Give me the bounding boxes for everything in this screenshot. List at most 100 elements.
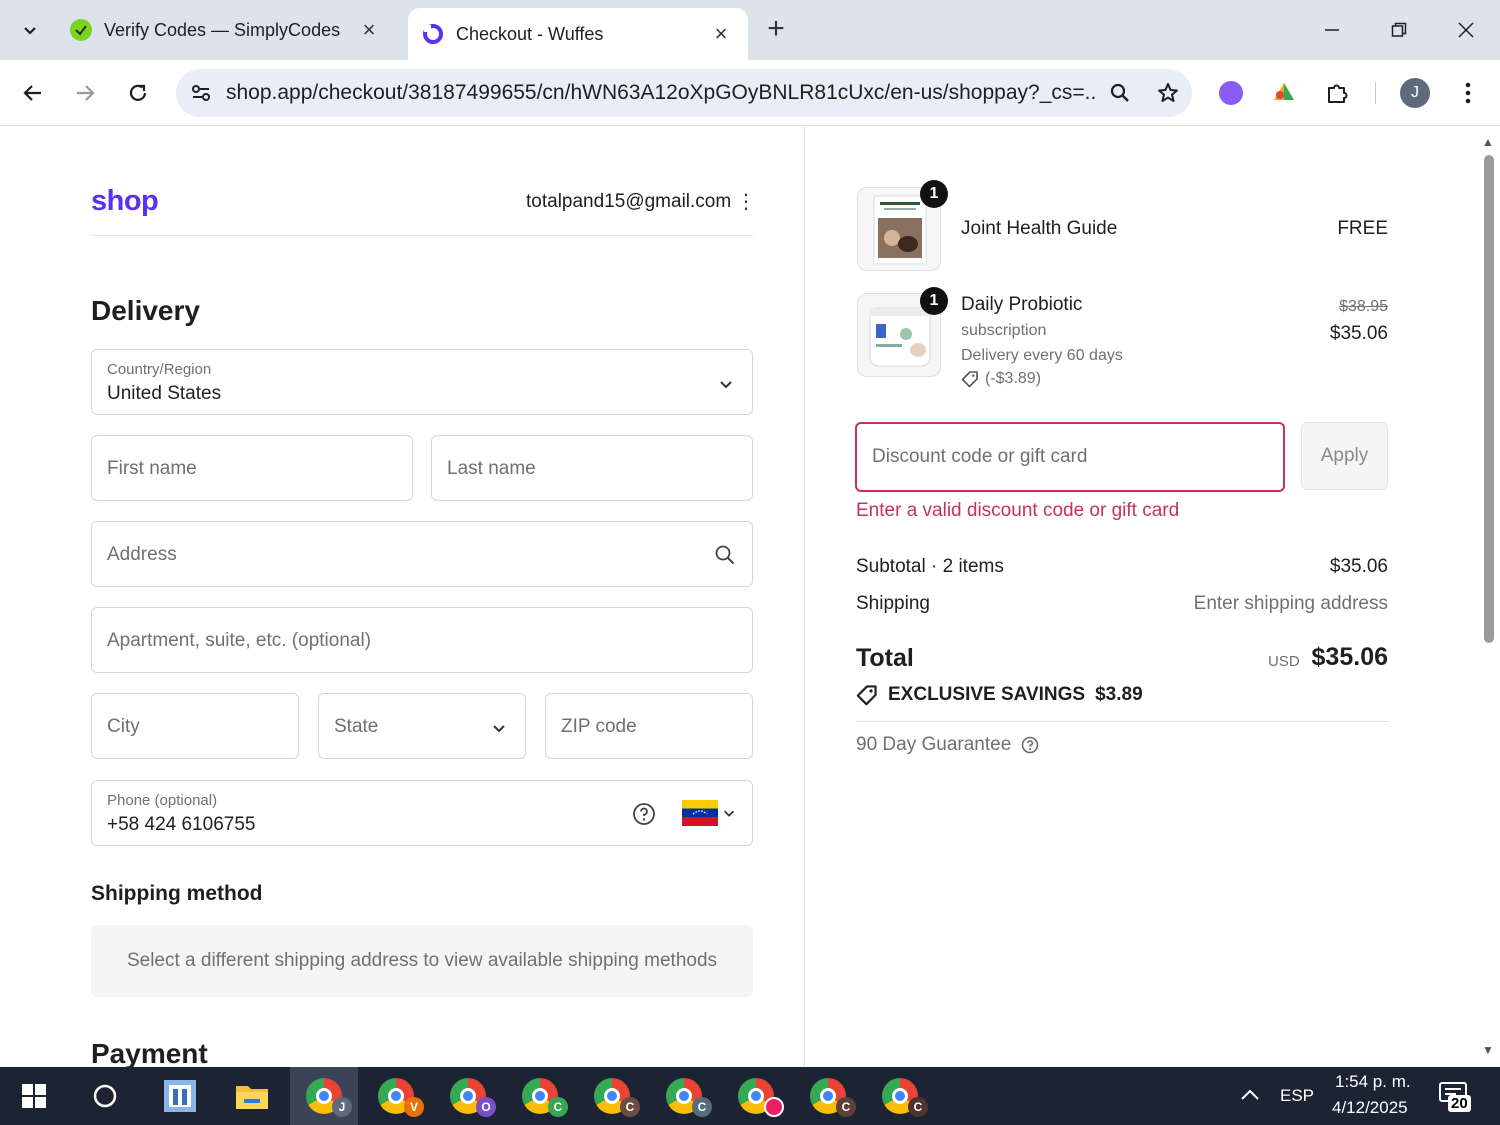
close-icon	[1458, 22, 1474, 38]
apartment-field[interactable]: Apartment, suite, etc. (optional)	[91, 607, 753, 673]
state-select[interactable]: State	[318, 693, 526, 759]
last-name-field[interactable]: Last name	[431, 435, 753, 501]
close-window-button[interactable]	[1436, 10, 1496, 50]
search-circle-icon	[93, 1084, 117, 1108]
chevron-down-icon	[724, 810, 734, 817]
extensions-menu-button[interactable]	[1318, 74, 1356, 112]
url-text[interactable]: shop.app/checkout/38187499655/cn/hWN63A1…	[226, 81, 1096, 105]
tab-simplycodes[interactable]: Verify Codes — SimplyCodes ×	[56, 8, 396, 52]
country-select[interactable]: Country/Region United States	[91, 349, 753, 415]
item-discount: (-$3.89)	[961, 370, 1041, 388]
guarantee-row: 90 Day Guarantee	[856, 734, 1039, 756]
checkout-form-column: shop totalpand15@gmail.com ⋮ Delivery Co…	[0, 127, 805, 1069]
bookmark-button[interactable]	[1144, 69, 1192, 117]
profile-avatar-badge	[764, 1097, 784, 1117]
zoom-button[interactable]	[1096, 69, 1144, 117]
clock-time[interactable]: 1:54 p. m.	[1335, 1072, 1411, 1092]
extension-color-button[interactable]	[1265, 74, 1303, 112]
address-field[interactable]: Address	[91, 521, 753, 587]
task-view-button[interactable]	[146, 1067, 214, 1125]
restore-button[interactable]	[1369, 10, 1429, 50]
subtotal-label: Subtotal · 2 items	[856, 556, 1004, 577]
search-icon	[1110, 83, 1129, 102]
arrow-right-icon	[77, 85, 95, 101]
extension-icon	[1274, 83, 1294, 100]
tab-checkout[interactable]: Checkout - Wuffes ×	[408, 8, 748, 60]
state-placeholder: State	[334, 716, 379, 737]
scroll-up-arrow-icon[interactable]: ▲	[1482, 135, 1494, 149]
help-circle-icon[interactable]	[1021, 736, 1039, 754]
chevron-up-icon	[1241, 1089, 1259, 1100]
zip-field[interactable]: ZIP code	[545, 693, 753, 759]
taskbar-chrome-profile-o[interactable]: O	[434, 1067, 502, 1125]
shop-logo[interactable]: shop	[91, 185, 159, 218]
last-name-placeholder: Last name	[447, 458, 536, 479]
item-name: Daily Probiotic	[961, 294, 1083, 315]
scrollbar-thumb[interactable]	[1484, 155, 1494, 643]
profile-badge: C	[692, 1097, 712, 1117]
forward-button[interactable]	[66, 74, 104, 112]
file-explorer-button[interactable]	[218, 1067, 286, 1125]
country-code-selector[interactable]	[682, 800, 736, 826]
arrow-left-icon	[23, 85, 41, 101]
checkout-page: shop totalpand15@gmail.com ⋮ Delivery Co…	[0, 127, 1500, 1069]
discount-placeholder: Discount code or gift card	[872, 446, 1088, 467]
exclusive-savings: EXCLUSIVE SAVINGS $3.89	[856, 684, 1143, 706]
taskbar-chrome-profile-c[interactable]: C	[650, 1067, 718, 1125]
minimize-button[interactable]	[1302, 10, 1362, 50]
start-button[interactable]	[0, 1067, 68, 1125]
browser-toolbar: shop.app/checkout/38187499655/cn/hWN63A1…	[0, 60, 1500, 126]
address-bar[interactable]: shop.app/checkout/38187499655/cn/hWN63A1…	[176, 69, 1192, 117]
profile-badge: C	[548, 1097, 568, 1117]
notification-center-button[interactable]: 20	[1438, 1081, 1478, 1115]
clock-date[interactable]: 4/12/2025	[1332, 1098, 1408, 1118]
close-icon[interactable]: ×	[356, 17, 382, 43]
phone-value: +58 424 6106755	[107, 814, 256, 835]
profile-avatar[interactable]: J	[1400, 78, 1430, 108]
country-value: United States	[107, 383, 222, 404]
apply-discount-button[interactable]: Apply	[1301, 422, 1388, 490]
venezuela-flag-icon	[682, 800, 718, 826]
taskbar-chrome-profile-v[interactable]: V	[362, 1067, 430, 1125]
reload-button[interactable]	[119, 74, 157, 112]
puzzle-icon	[1328, 84, 1348, 103]
close-icon[interactable]: ×	[708, 21, 734, 47]
toolbar-divider	[1375, 82, 1376, 104]
item-original-price: $38.95	[1339, 298, 1388, 315]
country-label: Country/Region	[107, 361, 212, 378]
taskbar-chrome-profile-avatar[interactable]	[722, 1067, 790, 1125]
first-name-field[interactable]: First name	[91, 435, 413, 501]
chevron-down-icon	[24, 27, 36, 35]
city-field[interactable]: City	[91, 693, 299, 759]
extension-simplycodes-button[interactable]	[1212, 74, 1250, 112]
discount-code-input[interactable]: Discount code or gift card	[855, 422, 1285, 492]
scroll-down-arrow-icon[interactable]: ▼	[1482, 1043, 1494, 1057]
minimize-icon	[1325, 29, 1339, 31]
summary-divider	[856, 721, 1388, 722]
search-button[interactable]	[71, 1067, 139, 1125]
taskbar-chrome-profile-c[interactable]: C	[794, 1067, 862, 1125]
notification-count: 20	[1448, 1095, 1471, 1112]
new-tab-button[interactable]: +	[760, 14, 792, 46]
taskbar-chrome-profile-c[interactable]: C	[506, 1067, 574, 1125]
tab-search-button[interactable]	[12, 12, 48, 48]
item-discount-amount: (-$3.89)	[985, 370, 1042, 387]
tray-overflow-button[interactable]	[1238, 1085, 1262, 1110]
site-info-icon[interactable]	[176, 69, 226, 117]
browser-menu-button[interactable]	[1449, 74, 1487, 112]
savings-value: $3.89	[1095, 684, 1143, 705]
chevron-down-icon	[720, 381, 732, 389]
language-indicator[interactable]: ESP	[1280, 1086, 1314, 1106]
shipping-label: Shipping	[856, 593, 930, 614]
account-menu-icon[interactable]: ⋮	[736, 189, 756, 214]
taskbar-chrome-profile-c[interactable]: C	[578, 1067, 646, 1125]
task-view-icon	[164, 1080, 196, 1112]
taskbar-chrome-profile-c[interactable]: C	[866, 1067, 934, 1125]
total-label: Total	[856, 644, 914, 672]
quantity-badge: 1	[920, 287, 948, 315]
help-circle-icon[interactable]	[632, 802, 656, 826]
taskbar-chrome-profile-j[interactable]: J	[290, 1067, 358, 1125]
profile-badge: O	[476, 1097, 496, 1117]
back-button[interactable]	[14, 74, 52, 112]
phone-field[interactable]: Phone (optional) +58 424 6106755	[91, 780, 753, 846]
